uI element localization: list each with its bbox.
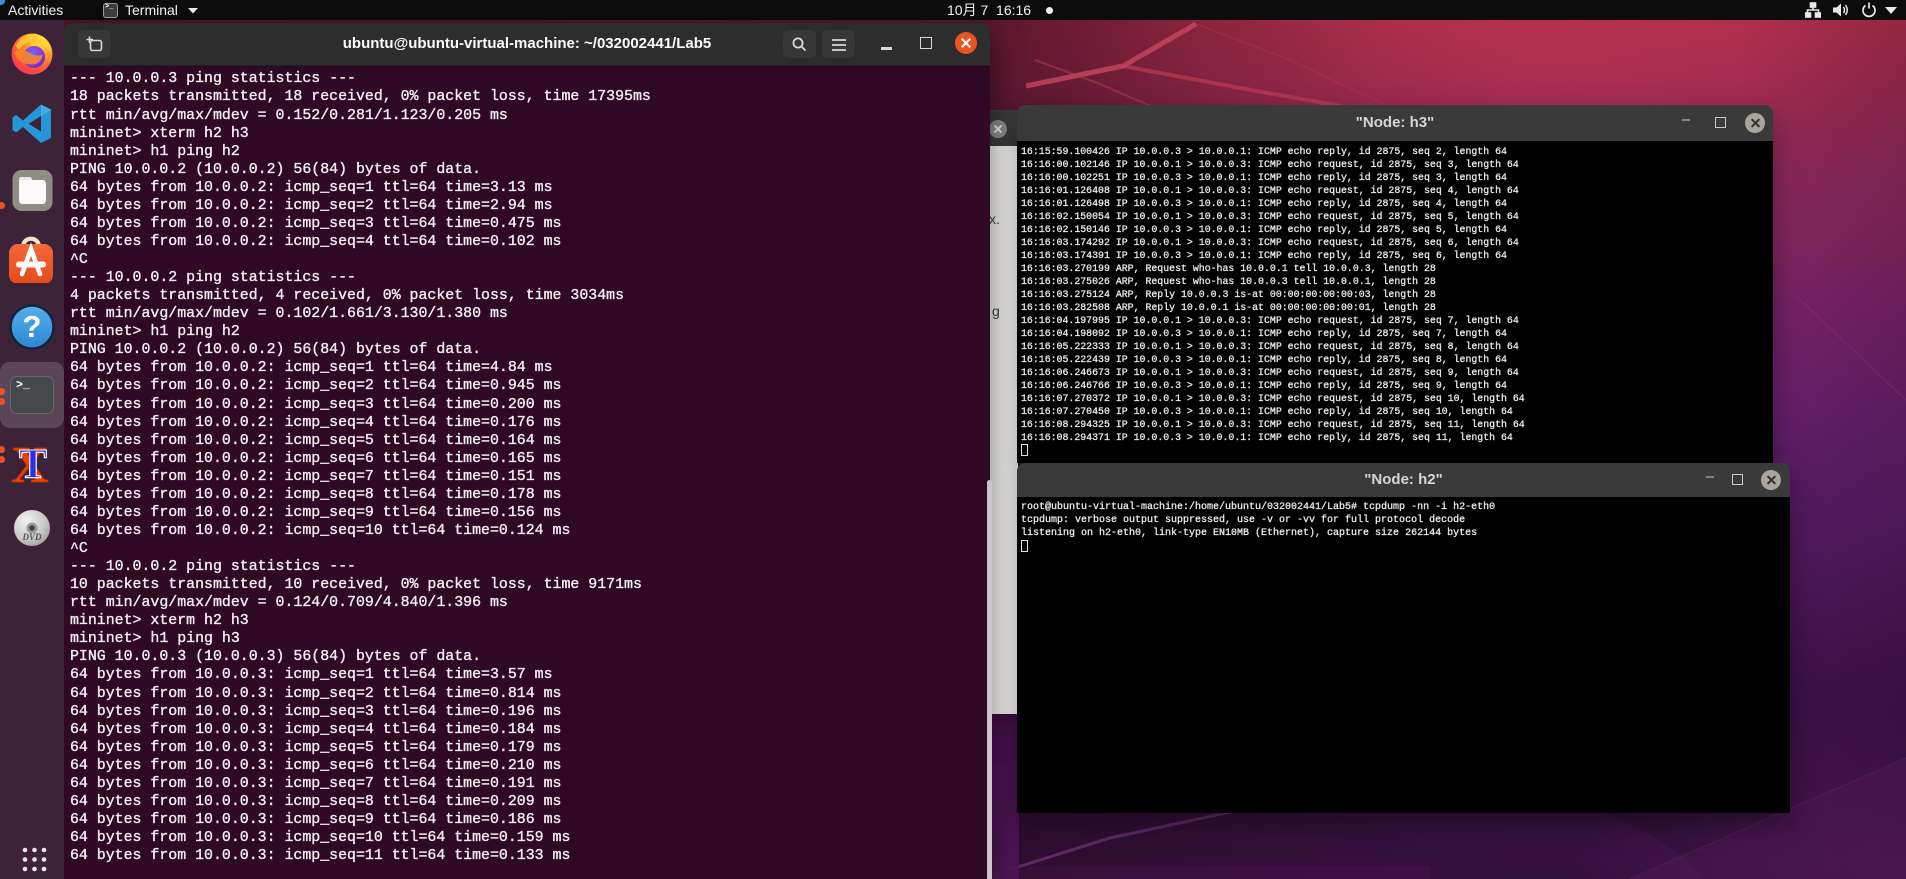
- svg-text:DVD: DVD: [21, 532, 42, 542]
- svg-text:T: T: [19, 442, 47, 485]
- svg-text:?: ?: [23, 309, 42, 344]
